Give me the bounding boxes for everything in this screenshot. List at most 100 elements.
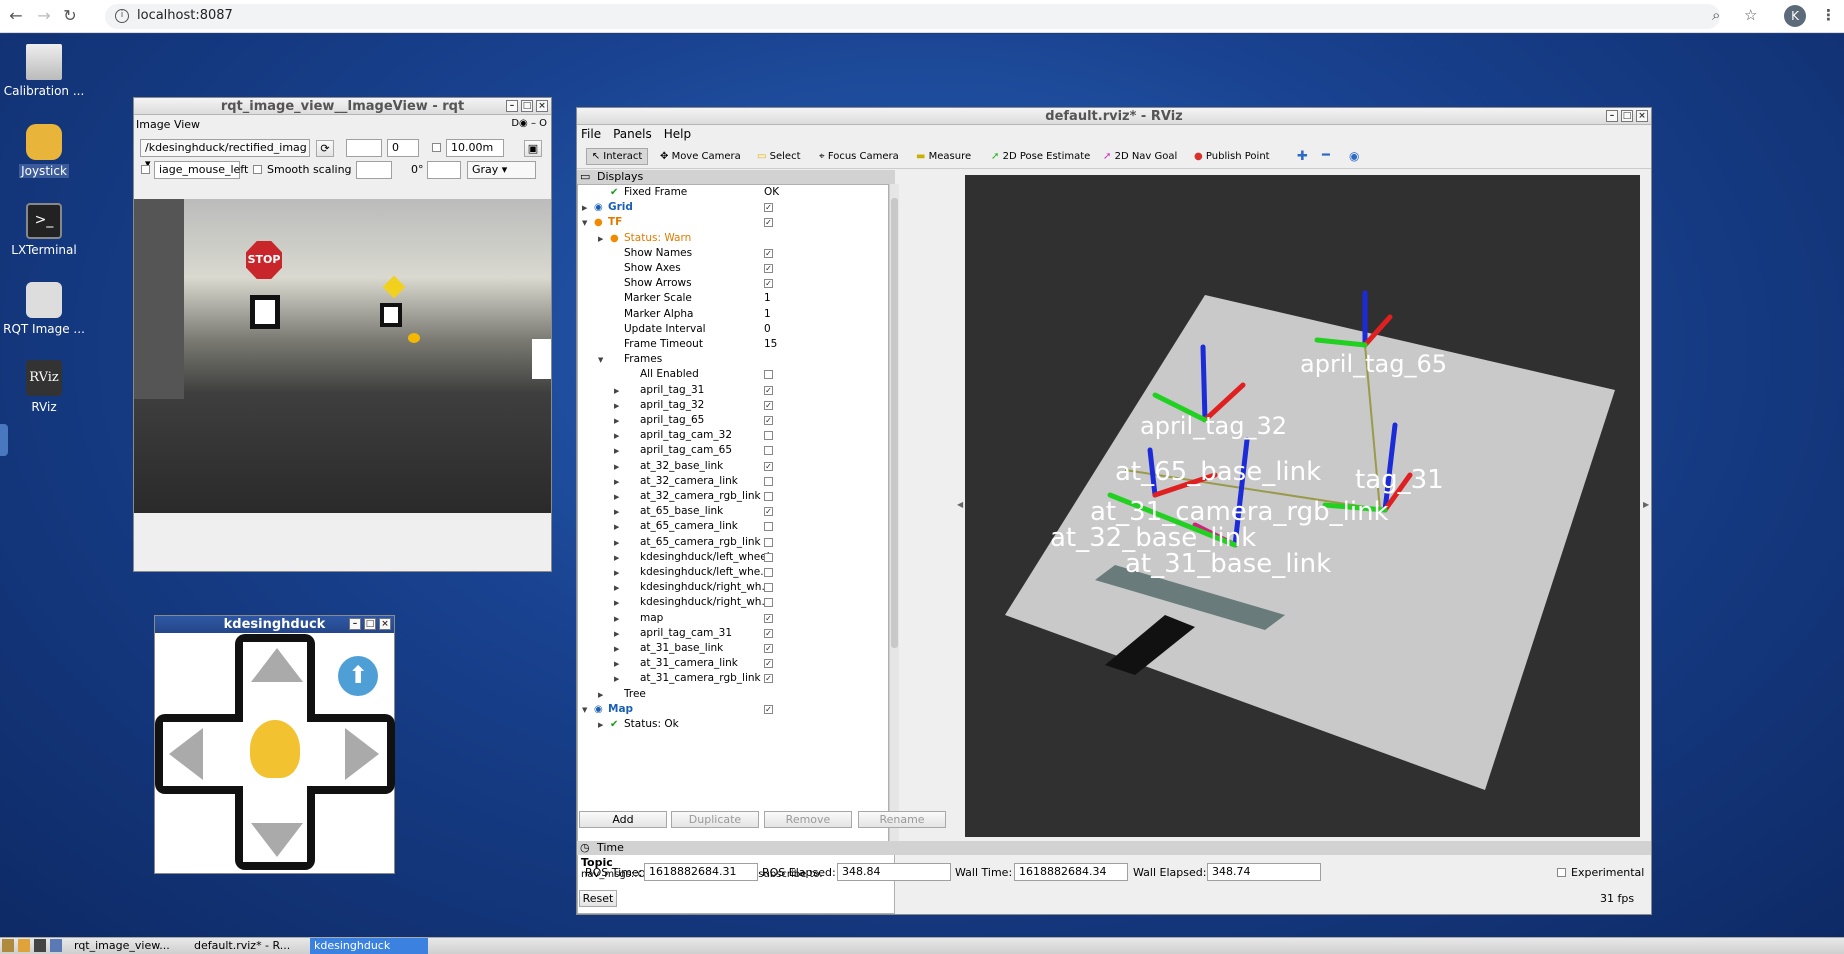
- tree-row[interactable]: Show Axes ✓: [578, 262, 888, 275]
- visibility-checkbox[interactable]: ✓: [764, 704, 773, 714]
- desktop-icon-terminal[interactable]: >_ LXTerminal: [0, 203, 88, 257]
- rqt-title-bar[interactable]: rqt_image_view__ImageView - rqt – □ ×: [134, 98, 551, 115]
- collapse-left-icon[interactable]: ◀: [957, 500, 963, 509]
- tree-row[interactable]: ▶ at_31_base_link ✓: [578, 642, 888, 655]
- close-button[interactable]: ×: [1636, 110, 1648, 122]
- add-tool-icon[interactable]: ✚: [1297, 149, 1308, 164]
- rename-button[interactable]: Rename: [858, 811, 946, 828]
- right-arrow-icon[interactable]: [345, 728, 379, 780]
- forward-icon[interactable]: →: [34, 6, 54, 26]
- tree-scrollbar[interactable]: [889, 184, 899, 848]
- ros-elapsed-field[interactable]: 348.84: [837, 863, 951, 881]
- visibility-checkbox[interactable]: [764, 522, 773, 532]
- tree-row[interactable]: Frame Timeout 15: [578, 338, 888, 351]
- visibility-checkbox[interactable]: ✓: [764, 628, 773, 638]
- tree-row[interactable]: ▶ at_32_base_link ✓: [578, 460, 888, 473]
- visibility-checkbox[interactable]: ✓: [764, 644, 773, 653]
- blank-field-3[interactable]: [427, 161, 461, 179]
- expand-arrow-icon[interactable]: ▶: [614, 461, 619, 474]
- reset-button[interactable]: Reset: [579, 890, 617, 907]
- range-checkbox[interactable]: [432, 143, 441, 152]
- remove-tool-icon[interactable]: ━: [1322, 148, 1330, 163]
- ros-time-field[interactable]: 1618882684.31: [644, 863, 758, 881]
- camera-image[interactable]: STOP: [134, 199, 551, 513]
- spin-field[interactable]: 0: [387, 139, 419, 157]
- visibility-checkbox[interactable]: ✓: [764, 218, 773, 228]
- smooth-checkbox[interactable]: [253, 165, 262, 174]
- expand-arrow-icon[interactable]: ▶: [614, 445, 619, 458]
- visibility-checkbox[interactable]: [764, 492, 773, 501]
- expand-arrow-icon[interactable]: ▶: [614, 491, 619, 504]
- expand-arrow-icon[interactable]: ▶: [614, 613, 619, 626]
- wall-time-field[interactable]: 1618882684.34: [1014, 863, 1128, 881]
- desktop-icon-rqt-image[interactable]: RQT Image ...: [0, 282, 88, 336]
- collapse-arrow-icon[interactable]: ▼: [582, 217, 587, 230]
- expand-arrow-icon[interactable]: ▶: [598, 719, 603, 732]
- tree-row[interactable]: ▶ at_65_base_link ✓: [578, 505, 888, 518]
- remove-button[interactable]: Remove: [764, 811, 852, 828]
- address-bar[interactable]: i localhost:8087: [105, 4, 1720, 29]
- tree-row[interactable]: ▶ april_tag_cam_31 ✓: [578, 627, 888, 640]
- minimize-button[interactable]: –: [349, 618, 361, 630]
- expand-arrow-icon[interactable]: ▶: [582, 202, 587, 215]
- wall-elapsed-field[interactable]: 348.74: [1207, 863, 1321, 881]
- taskbar-item-rqt[interactable]: rqt_image_view...: [70, 939, 188, 954]
- interact-tool[interactable]: ↖ Interact: [586, 148, 648, 165]
- up-arrow-icon[interactable]: [251, 648, 303, 682]
- expand-arrow-icon[interactable]: ▶: [614, 673, 619, 686]
- maximize-button[interactable]: □: [1621, 110, 1633, 122]
- expand-arrow-icon[interactable]: ▶: [614, 430, 619, 443]
- visibility-checkbox[interactable]: ✓: [764, 659, 773, 669]
- tree-row[interactable]: All Enabled: [578, 368, 888, 381]
- minimize-button[interactable]: –: [506, 100, 518, 112]
- 3d-viewport[interactable]: april_tag_65 april_tag_32 at_65_base_lin…: [965, 175, 1640, 837]
- tree-row[interactable]: ▶ map ✓: [578, 612, 888, 625]
- tree-row-value[interactable]: 1: [764, 292, 771, 305]
- tree-row[interactable]: ▼ TF ● ✓: [578, 216, 888, 229]
- tree-row[interactable]: ▶ kdesinghduck/left_whe...: [578, 566, 888, 579]
- maximize-button[interactable]: □: [364, 618, 376, 630]
- tree-row[interactable]: ▶ april_tag_cam_32: [578, 429, 888, 442]
- desktop-icon[interactable]: [50, 939, 62, 952]
- bookmark-star-icon[interactable]: ☆: [1744, 6, 1757, 24]
- max-range-field[interactable]: 10.00m: [446, 139, 504, 157]
- tree-row[interactable]: ▶ Status: Warn ●: [578, 232, 888, 245]
- visibility-checkbox[interactable]: ✓: [764, 385, 773, 395]
- expand-arrow-icon[interactable]: ▶: [614, 415, 619, 428]
- minimize-button[interactable]: –: [1606, 110, 1618, 122]
- expand-arrow-icon[interactable]: ▶: [598, 233, 603, 246]
- plugin-controls[interactable]: D◉ – O: [511, 118, 547, 129]
- visibility-checkbox[interactable]: ✓: [764, 461, 773, 471]
- tree-row[interactable]: ▶ Grid ◉ ✓: [578, 201, 888, 214]
- expand-arrow-icon[interactable]: ▶: [614, 597, 619, 610]
- expand-arrow-icon[interactable]: ▶: [614, 400, 619, 413]
- display-tree[interactable]: Fixed Frame ✔ OK ▶ Grid ◉ ✓ ▼ TF ● ✓ ▶ Status: Warn ●…: [577, 184, 889, 848]
- tree-row[interactable]: Update Interval 0: [578, 323, 888, 336]
- visibility-checkbox[interactable]: [764, 431, 773, 441]
- zoom-icon[interactable]: ⌕: [1712, 6, 1720, 24]
- visibility-checkbox[interactable]: [764, 476, 773, 486]
- avatar[interactable]: K: [1784, 5, 1806, 27]
- expand-arrow-icon[interactable]: ▶: [614, 658, 619, 671]
- desktop-icon-joystick[interactable]: Joystick: [0, 124, 88, 178]
- menu-help[interactable]: Help: [664, 127, 691, 141]
- taskbar-item-joystick[interactable]: kdesinghduck: [310, 938, 428, 954]
- tree-row-value[interactable]: 1: [764, 308, 771, 321]
- tree-row[interactable]: ▶ at_31_camera_rgb_link ✓: [578, 672, 888, 685]
- expand-arrow-icon[interactable]: ▶: [614, 537, 619, 550]
- experimental-checkbox[interactable]: [1557, 868, 1566, 877]
- color-select[interactable]: Gray ▾: [467, 161, 536, 179]
- tree-row[interactable]: ▶ april_tag_31 ✓: [578, 384, 888, 397]
- view-options-icon[interactable]: ◉: [1349, 149, 1359, 163]
- visibility-checkbox[interactable]: [764, 552, 773, 562]
- menu-dots-icon[interactable]: ⋮: [1821, 6, 1836, 24]
- visibility-checkbox[interactable]: [764, 537, 773, 547]
- move-camera-tool[interactable]: ✥ Move Camera: [660, 151, 741, 162]
- nav-goal-tool[interactable]: ➚ 2D Nav Goal: [1103, 151, 1177, 162]
- tree-row[interactable]: ▶ kdesinghduck/left_wheel: [578, 551, 888, 564]
- visibility-checkbox[interactable]: ✓: [764, 507, 773, 517]
- expand-arrow-icon[interactable]: ▶: [614, 521, 619, 534]
- tree-row[interactable]: Show Names ✓: [578, 247, 888, 260]
- visibility-checkbox[interactable]: ✓: [764, 674, 773, 684]
- tree-row[interactable]: ▶ at_32_camera_rgb_link: [578, 490, 888, 503]
